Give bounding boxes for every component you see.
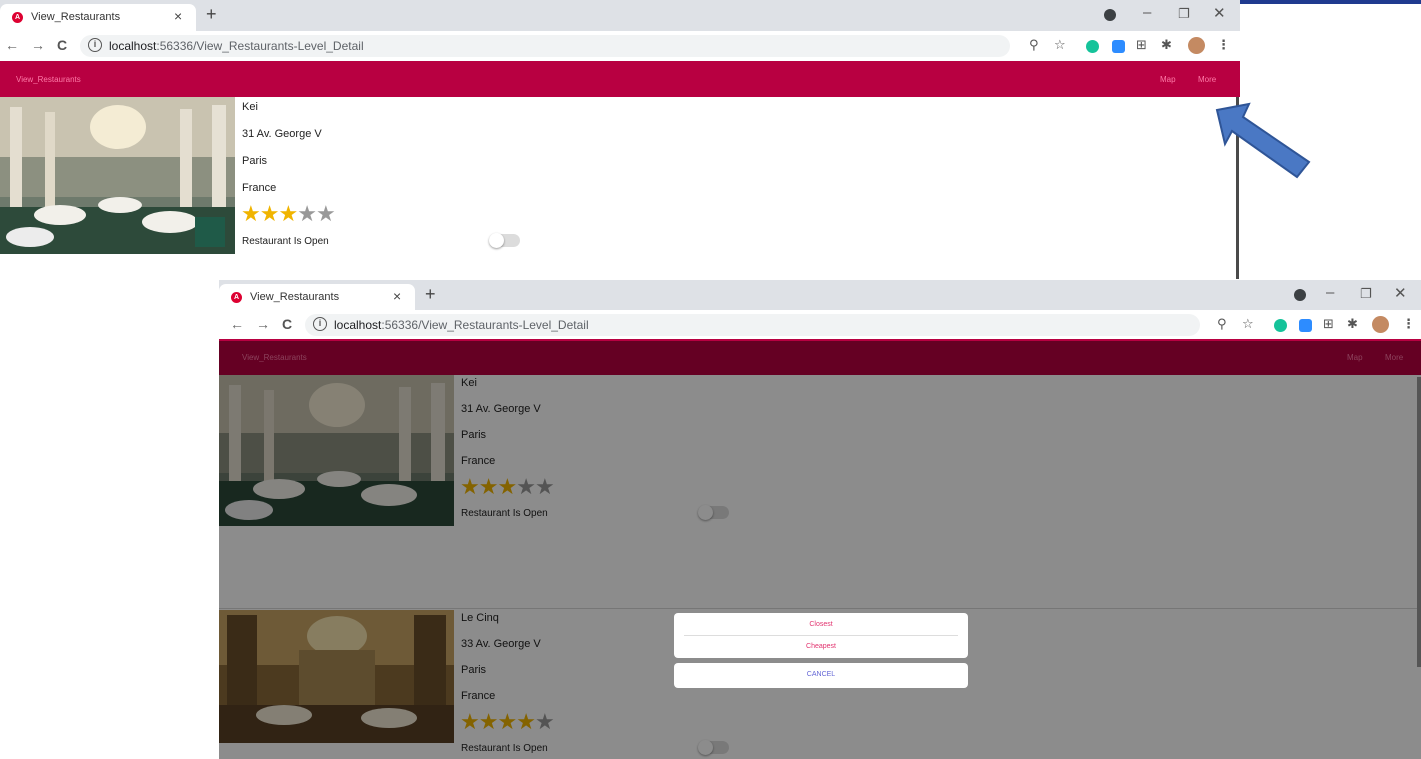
option-cheapest[interactable]: Cheapest [674, 643, 968, 650]
menu-icon[interactable]: ⋮ [1217, 37, 1230, 53]
url-text: localhost:56336/View_Restaurants-Level_D… [109, 39, 364, 53]
action-sheet-cancel: CANCEL [674, 663, 968, 688]
bookmark-star-icon[interactable]: ☆ [1054, 37, 1066, 53]
menu-map[interactable]: Map [1160, 75, 1176, 84]
restaurant-country: France [242, 182, 277, 194]
menu-more[interactable]: More [1198, 75, 1216, 84]
menu-icon[interactable]: ⋮ [1402, 316, 1415, 332]
record-icon[interactable] [1294, 289, 1306, 301]
app-toolbar: View_Restaurants Map More [0, 61, 1240, 97]
minimize-button[interactable]: – [1143, 4, 1151, 21]
star-filled-icon: ★ [259, 201, 280, 226]
url-host: localhost [334, 318, 382, 332]
zoom-icon[interactable]: ⚲ [1029, 37, 1039, 53]
restaurant-name: Kei [242, 101, 258, 113]
info-icon[interactable]: i [313, 317, 327, 331]
back-icon[interactable]: ← [5, 37, 19, 53]
url-host: localhost [109, 39, 157, 53]
star-empty-icon: ★ [297, 201, 317, 226]
star-rating: ★★★★★ [241, 201, 336, 226]
info-icon[interactable]: i [88, 38, 102, 52]
grammarly-icon[interactable] [1274, 319, 1287, 332]
close-window-button[interactable]: ✕ [1394, 284, 1407, 302]
star-filled-icon: ★ [241, 201, 261, 226]
url-input[interactable]: i localhost:56336/View_Restaurants-Level… [305, 314, 1200, 336]
url-path: :56336/View_Restaurants-Level_Detail [156, 39, 364, 53]
tab-strip: A View_Restaurants × + – ❐ ✕ [219, 280, 1421, 311]
new-tab-button[interactable]: + [425, 284, 436, 305]
minimize-button[interactable]: – [1326, 284, 1334, 301]
grid-extension-icon[interactable]: ⊞ [1136, 37, 1147, 53]
tab-title: View_Restaurants [31, 11, 121, 23]
browser-window-after: A View_Restaurants × + – ❐ ✕ ← → C i loc… [219, 280, 1421, 759]
url-path: :56336/View_Restaurants-Level_Detail [381, 318, 589, 332]
record-icon[interactable] [1104, 9, 1116, 21]
option-closest[interactable]: Closest [674, 621, 968, 628]
cancel-button[interactable]: CANCEL [674, 671, 968, 678]
reload-icon[interactable]: C [57, 37, 67, 53]
address-bar: ← → C i localhost:56336/View_Restaurants… [0, 31, 1240, 61]
restaurant-photo [0, 97, 235, 254]
close-window-button[interactable]: ✕ [1213, 4, 1226, 22]
angular-icon: A [12, 12, 23, 23]
scrollbar[interactable] [1417, 377, 1421, 667]
action-sheet-options: Closest Cheapest [674, 613, 968, 658]
browser-window-before: A View_Restaurants × + – ❐ ✕ ← → C i loc… [0, 0, 1240, 264]
maximize-button[interactable]: ❐ [1360, 286, 1372, 302]
puzzle-icon[interactable]: ✱ [1347, 316, 1358, 332]
avatar[interactable] [1188, 37, 1205, 54]
open-label: Restaurant Is Open [242, 236, 329, 247]
zoom-icon[interactable]: ⚲ [1217, 316, 1227, 332]
modal-backdrop[interactable] [219, 341, 1421, 759]
restaurant-address: 31 Av. George V [242, 128, 322, 140]
new-tab-button[interactable]: + [206, 4, 217, 25]
restaurant-card[interactable]: Kei 31 Av. George V Paris France ★★★★★ R… [0, 97, 1240, 257]
reload-icon[interactable]: C [282, 316, 292, 332]
avatar[interactable] [1372, 316, 1389, 333]
forward-icon[interactable]: → [256, 316, 270, 332]
option-separator [684, 635, 958, 636]
star-filled-icon: ★ [278, 201, 298, 226]
star-empty-icon: ★ [315, 201, 336, 226]
zoom-extension-icon[interactable] [1112, 40, 1125, 53]
toggle-knob [489, 233, 504, 248]
maximize-button[interactable]: ❐ [1178, 6, 1190, 22]
angular-icon: A [231, 292, 242, 303]
app-title: View_Restaurants [16, 75, 81, 84]
address-bar: ← → C i localhost:56336/View_Restaurants… [219, 310, 1421, 340]
browser-tab[interactable]: A View_Restaurants × [219, 284, 415, 311]
open-toggle[interactable] [489, 233, 520, 248]
url-text: localhost:56336/View_Restaurants-Level_D… [334, 318, 589, 332]
close-tab-icon[interactable]: × [174, 8, 182, 24]
forward-icon[interactable]: → [31, 37, 45, 53]
back-icon[interactable]: ← [230, 316, 244, 332]
url-input[interactable]: i localhost:56336/View_Restaurants-Level… [80, 35, 1010, 57]
tab-strip: A View_Restaurants × + – ❐ ✕ [0, 0, 1240, 31]
pointer-arrow-icon [1215, 102, 1311, 179]
puzzle-icon[interactable]: ✱ [1161, 37, 1172, 53]
browser-tab[interactable]: A View_Restaurants × [0, 4, 196, 31]
close-tab-icon[interactable]: × [393, 288, 401, 304]
zoom-extension-icon[interactable] [1299, 319, 1312, 332]
grid-extension-icon[interactable]: ⊞ [1323, 316, 1334, 332]
bookmark-star-icon[interactable]: ☆ [1242, 316, 1254, 332]
restaurant-city: Paris [242, 155, 268, 167]
tab-title: View_Restaurants [250, 291, 340, 303]
grammarly-icon[interactable] [1086, 40, 1099, 53]
